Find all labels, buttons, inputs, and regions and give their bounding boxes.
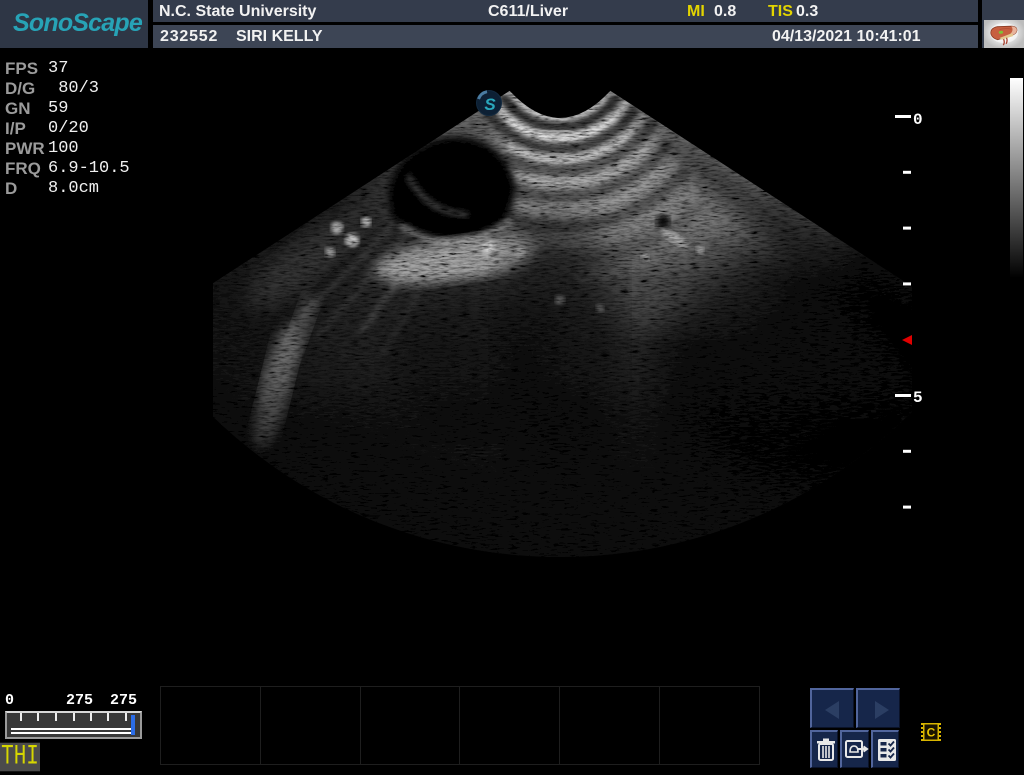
svg-text:5: 5 <box>913 389 923 407</box>
svg-text:S: S <box>484 95 496 114</box>
svg-text:C: C <box>927 726 936 740</box>
svg-text:0: 0 <box>913 111 923 129</box>
